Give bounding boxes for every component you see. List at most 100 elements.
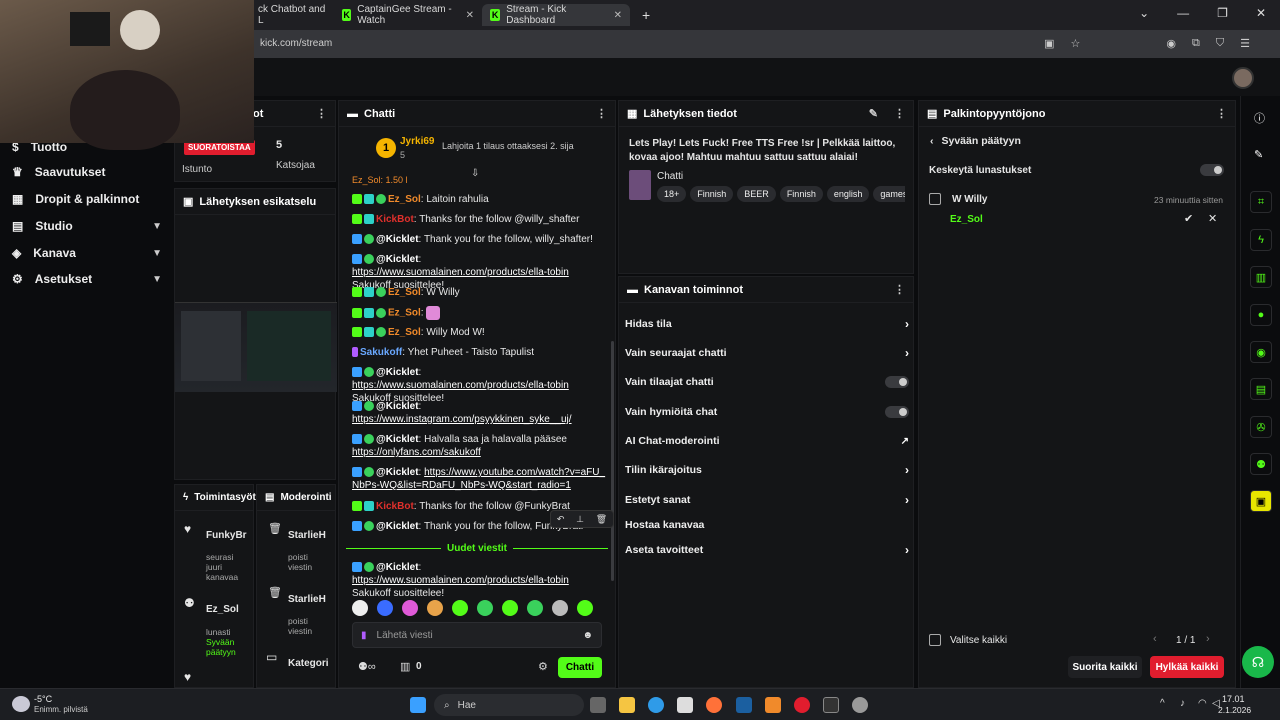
chat-scrollbar[interactable] — [611, 341, 614, 581]
support-button[interactable]: ☊ — [1242, 646, 1274, 678]
approve-icon[interactable]: ✔ — [1184, 212, 1193, 225]
vlc-icon[interactable] — [765, 697, 781, 713]
redemption-user[interactable]: Ez_Sol — [950, 214, 983, 225]
rail-button-clapper[interactable]: ▣ — [1250, 490, 1272, 512]
reply-icon[interactable]: ↶ — [557, 514, 565, 525]
bookmark-star-icon[interactable]: ☆ — [1071, 37, 1081, 50]
chat-send-button[interactable]: Chatti — [558, 657, 602, 678]
chat-message[interactable]: Ez_Sol: — [352, 306, 610, 320]
wifi-icon[interactable]: ◠ — [1198, 698, 1207, 709]
store-icon[interactable] — [677, 697, 693, 713]
emote-icon[interactable] — [402, 600, 418, 616]
redemption-checkbox[interactable] — [929, 193, 941, 205]
gift-sub-prompt[interactable]: Lahjoita 1 tilaus ottaaksesi 2. sija — [442, 141, 602, 151]
rail-button-wrench[interactable]: ✇ — [1250, 416, 1272, 438]
close-window-icon[interactable]: ✕ — [1256, 6, 1266, 20]
windows-start-icon[interactable] — [410, 697, 426, 713]
chat-username[interactable]: @Kicklet — [376, 467, 419, 478]
delete-icon[interactable]: 🗑 — [596, 514, 607, 525]
emoji-icon[interactable]: ☻ — [582, 630, 593, 641]
emote-icon[interactable] — [452, 600, 468, 616]
tray-chevron-icon[interactable]: ^ — [1160, 698, 1165, 709]
tab-captaingee[interactable]: K CaptainGee Stream - Watch ✕ — [334, 4, 482, 26]
chat-username[interactable]: Ez_Sol — [388, 287, 421, 298]
emote-only-toggle[interactable] — [885, 406, 909, 418]
pinned-user[interactable]: Jyrki69 — [400, 136, 434, 147]
prev-page-icon[interactable]: ‹ — [1153, 633, 1157, 645]
reject-all-button[interactable]: Hylkää kaikki — [1150, 656, 1224, 678]
chat-message[interactable]: @Kicklet: https://www.instagram.com/psyy… — [352, 400, 610, 426]
tag[interactable]: Finnish — [779, 186, 823, 202]
close-icon[interactable]: ✕ — [466, 10, 474, 21]
chat-input[interactable]: ▮ Lähetä viesti ☻ — [352, 622, 602, 648]
chat-username[interactable]: Ez_Sol — [388, 308, 421, 319]
action-emote-only[interactable]: Vain hymiöitä chat — [625, 403, 909, 421]
complete-all-button[interactable]: Suorita kaikki — [1068, 656, 1142, 678]
close-icon[interactable]: ✕ — [614, 10, 622, 21]
rail-button-document[interactable]: ▥ — [1250, 266, 1272, 288]
mic-tray-icon[interactable]: ♪ — [1180, 698, 1185, 709]
chat-link[interactable]: https://www.suomalainen.com/products/ell… — [352, 575, 569, 586]
emote-icon[interactable] — [577, 600, 593, 616]
sidebar-item-dropit[interactable]: ▦ Dropit & palkinnot — [12, 192, 162, 206]
terminal-icon[interactable] — [823, 697, 839, 713]
more-icon[interactable]: ⋮ — [1216, 107, 1227, 120]
emote-icon[interactable] — [527, 600, 543, 616]
chat-link[interactable]: https://www.suomalainen.com/products/ell… — [352, 380, 569, 391]
chat-username[interactable]: KickBot — [376, 214, 414, 225]
mic-icon[interactable]: ▮ — [361, 630, 367, 641]
more-icon[interactable]: ⋮ — [316, 107, 327, 120]
more-icon[interactable]: ⋮ — [894, 107, 905, 120]
action-subscribers-only[interactable]: Vain tilaajat chatti — [625, 373, 909, 391]
next-page-icon[interactable]: › — [1206, 633, 1210, 645]
emote-icon[interactable] — [502, 600, 518, 616]
tag[interactable]: BEER — [737, 186, 776, 202]
minimize-icon[interactable]: — — [1177, 6, 1189, 20]
emote-icon[interactable] — [352, 600, 368, 616]
chat-username[interactable]: @Kicklet — [376, 521, 419, 532]
chat-username[interactable]: Ez_Sol — [388, 194, 421, 205]
steam-icon[interactable] — [736, 697, 752, 713]
shield-icon[interactable]: ⛉ — [1216, 37, 1224, 50]
screenshot-icon[interactable]: ▣ — [1044, 37, 1054, 50]
new-tab-button[interactable]: + — [634, 4, 658, 26]
url-field[interactable]: kick.com/stream — [260, 38, 332, 49]
tag[interactable]: games — [873, 186, 905, 202]
chat-link[interactable]: https://www.suomalainen.com/products/ell… — [352, 267, 569, 278]
points-icon[interactable]: ▥ — [400, 660, 410, 673]
extensions-icon[interactable]: ⧉ — [1192, 37, 1200, 50]
chat-message[interactable]: @Kicklet: Thank you for the follow, will… — [352, 233, 610, 246]
edit-icon[interactable]: ✎ — [869, 107, 878, 120]
chat-username[interactable]: KickBot — [376, 501, 414, 512]
firefox-icon[interactable] — [706, 697, 722, 713]
users-icon[interactable]: ⚉∞ — [358, 660, 376, 673]
rail-button-users[interactable]: ⚉ — [1250, 453, 1272, 475]
tag[interactable]: Finnish — [690, 186, 734, 202]
more-icon[interactable]: ⋮ — [596, 107, 607, 120]
chat-message[interactable]: KickBot: Thanks for the follow @willy_sh… — [352, 213, 610, 226]
chat-username[interactable]: Sakukoff — [360, 347, 402, 358]
chat-username[interactable]: @Kicklet — [376, 562, 419, 573]
chat-message[interactable]: Sakukoff: Yhet Puheet - Taisto Tapulist — [352, 346, 610, 359]
chat-username[interactable]: @Kicklet — [376, 434, 419, 445]
tab-list-icon[interactable]: ⌄ — [1139, 6, 1149, 20]
sidebar-item-asetukset[interactable]: ⚙ Asetukset ▼ — [12, 272, 162, 286]
chat-message[interactable]: Ez_Sol: Willy Mod W! — [352, 326, 610, 339]
chat-message[interactable]: @Kicklet: https://www.youtube.com/watch?… — [352, 466, 610, 492]
obs-icon[interactable] — [852, 697, 868, 713]
rail-button-chat[interactable]: ● — [1250, 304, 1272, 326]
new-messages-divider[interactable]: Uudet viestit — [346, 541, 609, 555]
rail-button-broadcast[interactable]: ◉ — [1250, 341, 1272, 363]
tab-chatbot[interactable]: ck Chatbot and L — [250, 4, 334, 26]
info-icon[interactable]: ⓘ — [1254, 110, 1265, 126]
action-set-goals[interactable]: Aseta tavoitteet › — [625, 541, 909, 559]
more-icon[interactable]: ⋮ — [894, 283, 905, 296]
rail-button-lightning[interactable]: ϟ — [1250, 229, 1272, 251]
pencil-icon[interactable]: ✎ — [1254, 148, 1263, 161]
moderation-user[interactable]: Kategori — [288, 658, 329, 669]
rail-button-list[interactable]: ▤ — [1250, 378, 1272, 400]
edge-icon[interactable] — [648, 697, 664, 713]
moderation-user[interactable]: StarlieH — [288, 594, 326, 605]
back-to-reward[interactable]: ‹ Syvään päätyyn — [930, 135, 1021, 147]
select-all-checkbox[interactable] — [929, 634, 941, 646]
